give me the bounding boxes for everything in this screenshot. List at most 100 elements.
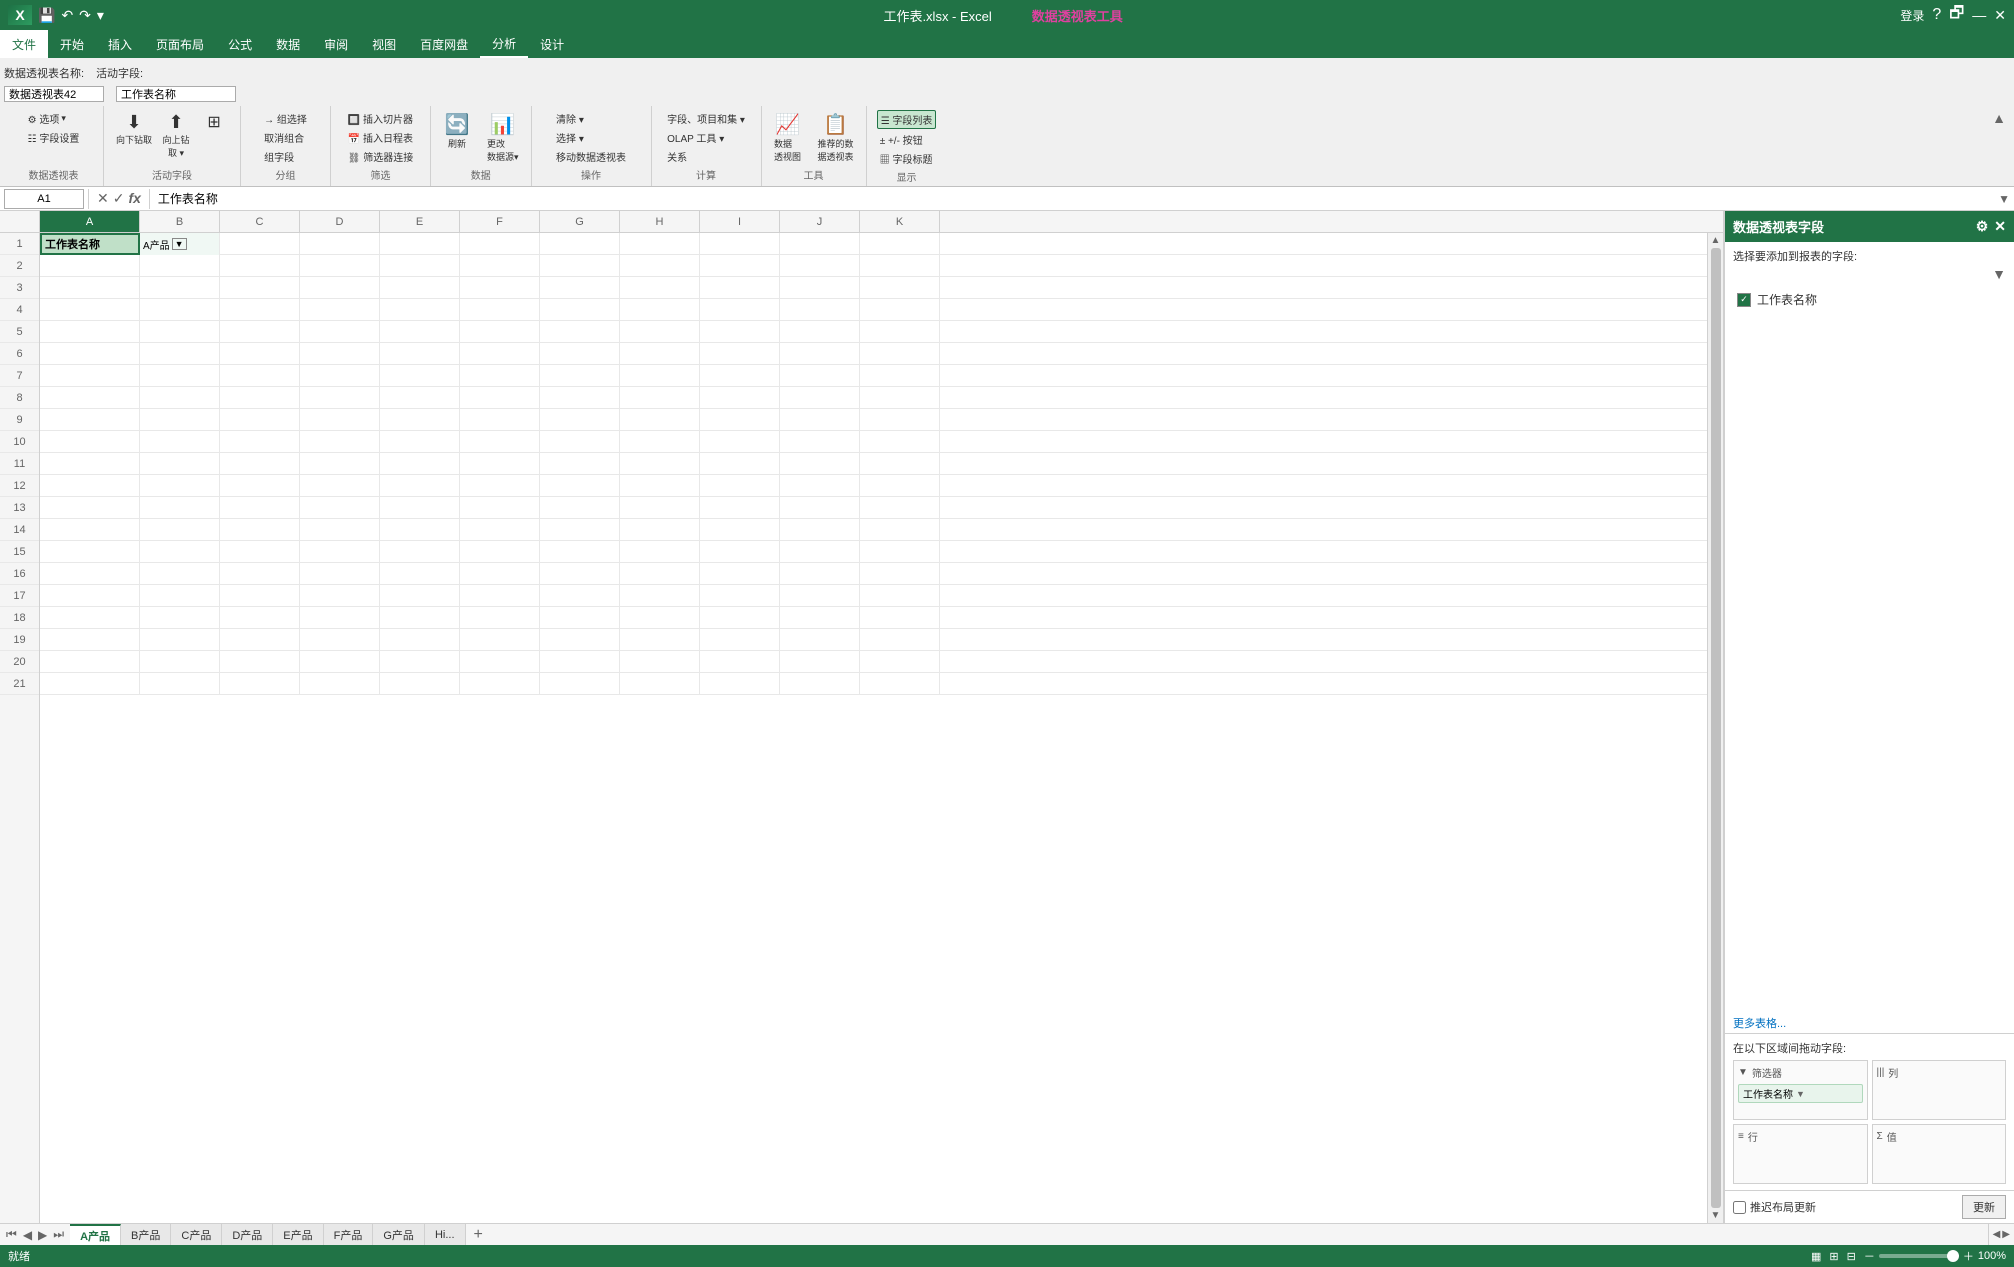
cell-F5[interactable] [460, 321, 540, 343]
cell-J6[interactable] [780, 343, 860, 365]
cell-A12[interactable] [40, 475, 140, 497]
cell-F7[interactable] [460, 365, 540, 387]
cell-C20[interactable] [220, 651, 300, 673]
cell-G21[interactable] [540, 673, 620, 695]
cell-H5[interactable] [620, 321, 700, 343]
ribbon-collapse-button[interactable]: ▲ [1992, 110, 2006, 126]
cell-C1[interactable] [220, 233, 300, 255]
cell-D17[interactable] [300, 585, 380, 607]
cell-F9[interactable] [460, 409, 540, 431]
cell-I3[interactable] [700, 277, 780, 299]
cell-B16[interactable] [140, 563, 220, 585]
cell-A4[interactable] [40, 299, 140, 321]
cell-E16[interactable] [380, 563, 460, 585]
cell-G6[interactable] [540, 343, 620, 365]
row-num-15[interactable]: 15 [0, 541, 39, 563]
cell-J10[interactable] [780, 431, 860, 453]
group-field-button[interactable]: 组字段 [261, 148, 310, 165]
cancel-formula-icon[interactable]: ✕ [97, 190, 109, 207]
cell-G1[interactable] [540, 233, 620, 255]
cell-I10[interactable] [700, 431, 780, 453]
cell-I9[interactable] [700, 409, 780, 431]
cell-K2[interactable] [860, 255, 940, 277]
cell-A13[interactable] [40, 497, 140, 519]
corner-cell[interactable] [0, 211, 40, 232]
cell-K17[interactable] [860, 585, 940, 607]
pivot-rows-area[interactable]: ≡ 行 [1733, 1124, 1868, 1184]
cell-D16[interactable] [300, 563, 380, 585]
vertical-scrollbar[interactable]: ▲ ▼ [1707, 233, 1723, 1223]
cell-B1[interactable]: A产品 ▼ [140, 233, 220, 255]
cell-H21[interactable] [620, 673, 700, 695]
close-button[interactable]: ✕ [1994, 7, 2006, 24]
pivot-more-tables[interactable]: 更多表格... [1725, 1013, 2014, 1033]
drill-up-button[interactable]: ⬆ 向上钻取 ▾ [158, 110, 194, 161]
cell-H20[interactable] [620, 651, 700, 673]
cell-J11[interactable] [780, 453, 860, 475]
cell-G2[interactable] [540, 255, 620, 277]
cell-F21[interactable] [460, 673, 540, 695]
cell-G11[interactable] [540, 453, 620, 475]
view-normal-icon[interactable]: ▦ [1811, 1250, 1821, 1263]
filter-chip-arrow-icon[interactable]: ▼ [1796, 1089, 1805, 1099]
cell-G13[interactable] [540, 497, 620, 519]
cell-E9[interactable] [380, 409, 460, 431]
row-num-9[interactable]: 9 [0, 409, 39, 431]
cell-D9[interactable] [300, 409, 380, 431]
cell-J8[interactable] [780, 387, 860, 409]
field-list-button[interactable]: ☰ 字段列表 [877, 110, 937, 129]
cell-B20[interactable] [140, 651, 220, 673]
redo-button[interactable]: ↷ [77, 5, 93, 26]
cell-D14[interactable] [300, 519, 380, 541]
drill-down-button[interactable]: ⬇ 向下钻取 [112, 110, 156, 148]
cell-D15[interactable] [300, 541, 380, 563]
cell-A20[interactable] [40, 651, 140, 673]
cell-G14[interactable] [540, 519, 620, 541]
cell-G9[interactable] [540, 409, 620, 431]
sheet-tab-F[interactable]: F产品 [324, 1224, 374, 1245]
cell-B3[interactable] [140, 277, 220, 299]
cell-E3[interactable] [380, 277, 460, 299]
tab-scroll-left-icon[interactable]: ◀ [1993, 1229, 2001, 1240]
cell-H10[interactable] [620, 431, 700, 453]
cell-A21[interactable] [40, 673, 140, 695]
cell-C16[interactable] [220, 563, 300, 585]
cell-A7[interactable] [40, 365, 140, 387]
refresh-button[interactable]: 🔄 刷新 [439, 110, 475, 152]
cell-B12[interactable] [140, 475, 220, 497]
cell-E8[interactable] [380, 387, 460, 409]
cell-K18[interactable] [860, 607, 940, 629]
cell-E2[interactable] [380, 255, 460, 277]
cell-F15[interactable] [460, 541, 540, 563]
cell-E15[interactable] [380, 541, 460, 563]
cell-H16[interactable] [620, 563, 700, 585]
pivot-chart-button[interactable]: 📈 数据透视图 [770, 110, 806, 165]
cell-E11[interactable] [380, 453, 460, 475]
cell-B15[interactable] [140, 541, 220, 563]
cell-J4[interactable] [780, 299, 860, 321]
cell-B5[interactable] [140, 321, 220, 343]
cell-C18[interactable] [220, 607, 300, 629]
cell-A6[interactable] [40, 343, 140, 365]
menu-item-review[interactable]: 审阅 [312, 30, 360, 58]
cell-A17[interactable] [40, 585, 140, 607]
cell-D10[interactable] [300, 431, 380, 453]
sheet-tab-D[interactable]: D产品 [222, 1224, 273, 1245]
cell-F10[interactable] [460, 431, 540, 453]
cell-A18[interactable] [40, 607, 140, 629]
cell-C21[interactable] [220, 673, 300, 695]
cell-I7[interactable] [700, 365, 780, 387]
cell-I8[interactable] [700, 387, 780, 409]
menu-item-analysis[interactable]: 分析 [480, 30, 528, 58]
cell-F3[interactable] [460, 277, 540, 299]
scroll-thumb[interactable] [1711, 248, 1721, 1208]
col-header-K[interactable]: K [860, 211, 940, 232]
cell-G3[interactable] [540, 277, 620, 299]
cell-K7[interactable] [860, 365, 940, 387]
tab-prev-button[interactable]: ◀ [21, 1228, 34, 1242]
cell-G15[interactable] [540, 541, 620, 563]
change-source-button[interactable]: 📊 更改数据源▾ [483, 110, 523, 165]
sheet-tab-G[interactable]: G产品 [373, 1224, 425, 1245]
cell-H1[interactable] [620, 233, 700, 255]
cell-J2[interactable] [780, 255, 860, 277]
